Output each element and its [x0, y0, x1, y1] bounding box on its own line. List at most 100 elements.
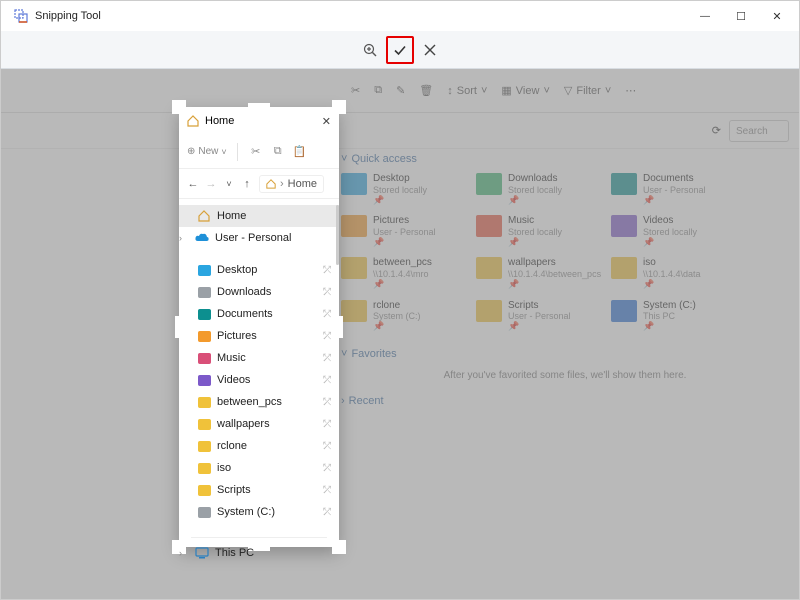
section-quick-access: Quick access — [351, 153, 416, 165]
chevron-right-icon[interactable]: › — [179, 548, 189, 558]
folder-icon — [341, 300, 367, 322]
pin-icon: ⤱ — [323, 507, 331, 518]
item-subtitle: User - Personal — [643, 185, 706, 195]
pin-icon: ⤱ — [323, 265, 331, 276]
tree-item-label: between_pcs — [217, 396, 282, 408]
pin-icon: 📌 — [643, 195, 706, 205]
item-name: Videos — [643, 215, 697, 227]
forward-button[interactable]: → — [205, 178, 217, 190]
quick-access-item: System (C:)This PC📌 — [611, 300, 726, 332]
explorer-address-bar: ← → ˅ ↑ › Home — [179, 169, 339, 199]
item-subtitle: Stored locally — [508, 227, 562, 237]
home-icon — [187, 115, 199, 127]
tree-item-label: iso — [217, 462, 231, 474]
folder-icon — [197, 263, 211, 277]
item-name: System (C:) — [643, 300, 696, 312]
tree-item[interactable]: System (C:) ⤱ — [179, 501, 339, 523]
pin-icon: ⤱ — [323, 419, 331, 430]
tree-item-label: Downloads — [217, 286, 271, 298]
item-subtitle: Stored locally — [643, 227, 697, 237]
section-favorites: Favorites — [351, 348, 396, 360]
tree-item-label: Documents — [217, 308, 273, 320]
section-recent: Recent — [349, 395, 384, 407]
crop-handle-top-left[interactable] — [172, 100, 186, 114]
window-maximize-button[interactable] — [723, 1, 759, 31]
crop-selection[interactable]: Home ✕ ⊕ New ˅ ✂ ⧉ 📋 ← → ˅ ↑ › — [179, 107, 339, 547]
tree-item[interactable]: rclone⤱ — [179, 435, 339, 457]
cancel-crop-button[interactable] — [416, 36, 444, 64]
chevron-down-icon: ˅ — [341, 348, 347, 360]
item-subtitle: User - Personal — [508, 311, 571, 321]
folder-icon — [197, 461, 211, 475]
tree-item[interactable]: Desktop⤱ — [179, 259, 339, 281]
quick-access-item: ScriptsUser - Personal📌 — [476, 300, 591, 332]
pin-icon: 📌 — [373, 279, 432, 289]
window-minimize-button[interactable] — [687, 1, 723, 31]
snipping-tool-icon — [13, 8, 29, 24]
quick-access-item: DownloadsStored locally📌 — [476, 173, 591, 205]
tab-label: Home — [205, 115, 234, 127]
tab-close-button[interactable]: ✕ — [322, 115, 331, 128]
tree-item[interactable]: Scripts⤱ — [179, 479, 339, 501]
recent-locations-button[interactable]: ˅ — [223, 179, 235, 189]
pin-icon: ⤱ — [323, 375, 331, 386]
up-button[interactable]: ↑ — [241, 178, 253, 190]
this-pc-icon — [195, 546, 209, 560]
snip-action-toolbar — [1, 31, 799, 69]
folder-icon — [476, 300, 502, 322]
tree-item-user[interactable]: › User - Personal — [179, 227, 339, 249]
item-subtitle: \\10.1.4.4\data — [643, 269, 701, 279]
paste-icon[interactable]: 📋 — [292, 144, 308, 160]
pin-icon: 📌 — [643, 321, 696, 331]
apply-crop-button[interactable] — [386, 36, 414, 64]
capture-canvas[interactable]: ✂ ⧉ ✎ 🗑 ↕ Sort ˅ ▦ View ˅ ▽ Filter ˅ ⋯ ⟳… — [1, 69, 799, 599]
cut-icon[interactable]: ✂ — [248, 144, 264, 160]
tree-item[interactable]: iso ⤱ — [179, 457, 339, 479]
item-name: between_pcs — [373, 257, 432, 269]
scrollbar[interactable] — [336, 205, 339, 265]
address-crumb[interactable]: › Home — [259, 175, 324, 193]
tree-item[interactable]: Pictures⤱ — [179, 325, 339, 347]
chevron-down-icon: ˅ — [341, 153, 347, 165]
item-name: Scripts — [508, 300, 571, 312]
item-name: Documents — [643, 173, 706, 185]
pin-icon: ⤱ — [323, 485, 331, 496]
chevron-right-icon[interactable]: › — [179, 233, 189, 243]
tree-item-label: rclone — [217, 440, 247, 452]
tree-item[interactable]: Downloads⤱ — [179, 281, 339, 303]
folder-icon — [197, 483, 211, 497]
item-subtitle: Stored locally — [508, 185, 562, 195]
quick-access-item: PicturesUser - Personal📌 — [341, 215, 456, 247]
refresh-icon: ⟳ — [712, 124, 721, 137]
window-close-button[interactable] — [759, 1, 795, 31]
tree-item-this-pc[interactable]: › This PC — [179, 542, 339, 564]
tree-item[interactable]: wallpapers⤱ — [179, 413, 339, 435]
folder-icon — [197, 307, 211, 321]
copy-icon[interactable]: ⧉ — [270, 144, 286, 160]
tree-item-home[interactable]: Home — [179, 205, 339, 227]
pin-icon: ⤱ — [323, 463, 331, 474]
pin-icon: ⤱ — [323, 397, 331, 408]
tree-item-label: System (C:) — [217, 506, 275, 518]
tree-item[interactable]: between_pcs ⤱ — [179, 391, 339, 413]
item-name: iso — [643, 257, 701, 269]
tree-item[interactable]: Videos⤱ — [179, 369, 339, 391]
chevron-right-icon: › — [341, 395, 345, 407]
new-button[interactable]: ⊕ New ˅ — [187, 146, 227, 157]
back-button[interactable]: ← — [187, 178, 199, 190]
zoom-button[interactable] — [356, 36, 384, 64]
folder-icon — [476, 173, 502, 195]
pin-icon: 📌 — [643, 237, 697, 247]
close-icon — [423, 43, 437, 57]
folder-icon — [197, 285, 211, 299]
pin-icon: 📌 — [508, 195, 562, 205]
tree-item[interactable]: Music⤱ — [179, 347, 339, 369]
tree-item[interactable]: Documents⤱ — [179, 303, 339, 325]
plus-circle-icon: ⊕ — [187, 146, 195, 157]
explorer-tab[interactable]: Home ✕ — [179, 107, 339, 135]
folder-icon — [341, 215, 367, 237]
quick-access-item: rcloneSystem (C:)📌 — [341, 300, 456, 332]
folder-icon — [197, 395, 211, 409]
crop-handle-top-right[interactable] — [332, 100, 346, 114]
crop-handle-top[interactable] — [248, 103, 270, 111]
